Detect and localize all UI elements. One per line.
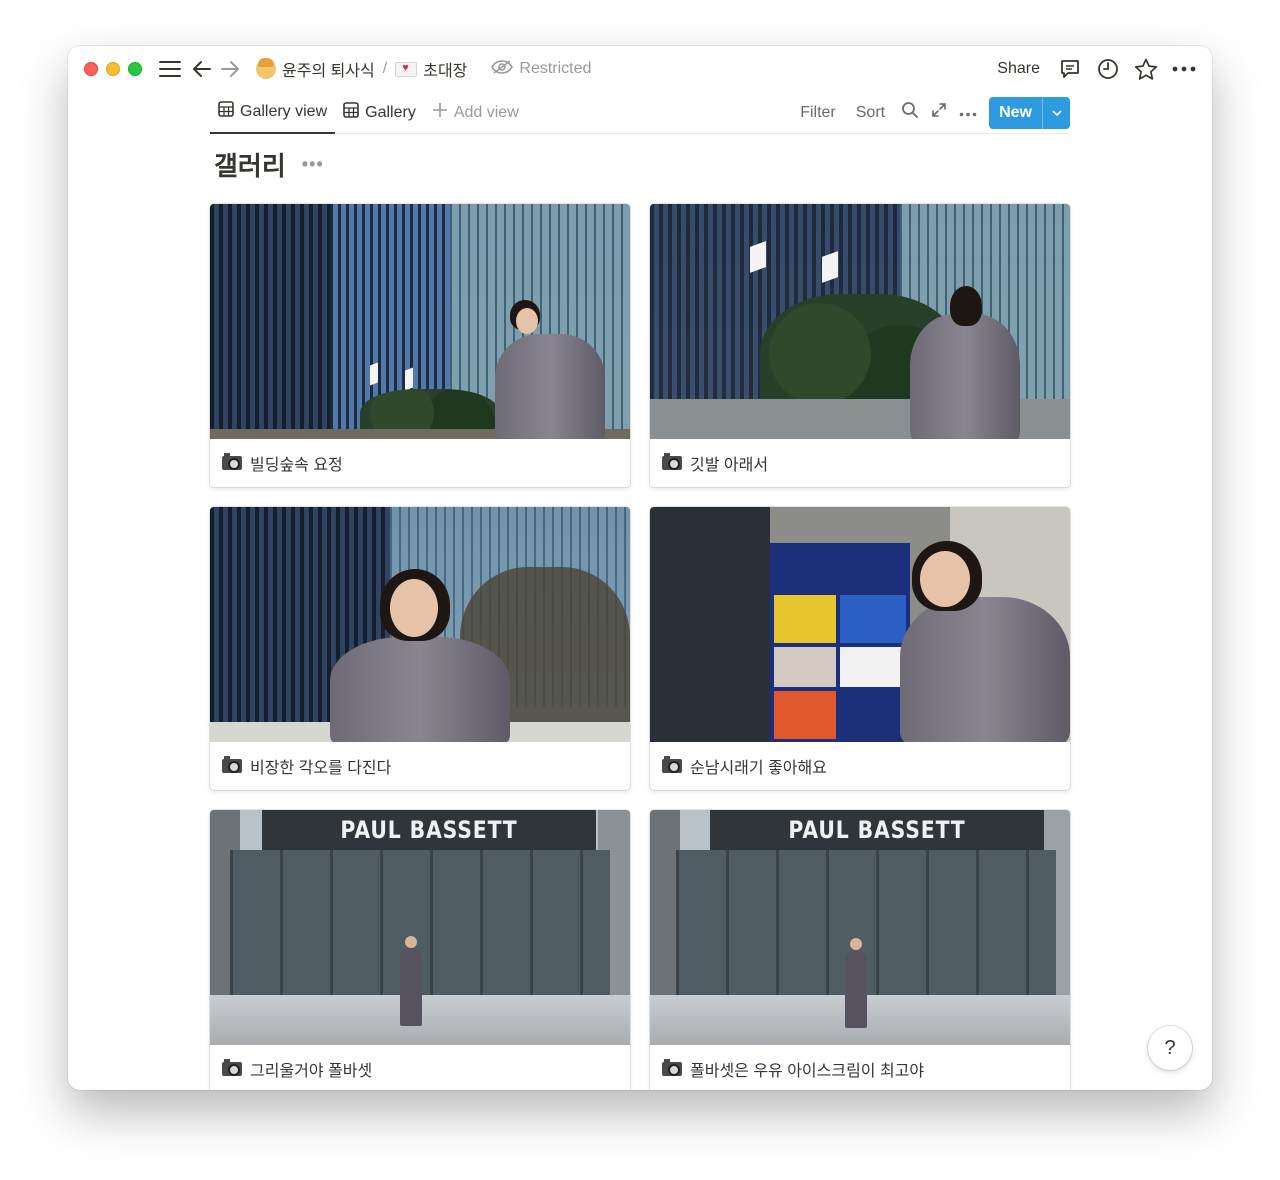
new-button[interactable]: New	[989, 96, 1070, 129]
database-view-bar: Gallery view Gallery Add view Filter Sor…	[210, 92, 1070, 134]
back-arrow-icon[interactable]	[188, 55, 216, 83]
love-letter-emoji-icon	[395, 61, 418, 77]
forward-arrow-icon[interactable]	[216, 55, 244, 83]
new-button-label[interactable]: New	[989, 97, 1042, 129]
card-cover-image	[210, 507, 630, 742]
more-options-icon[interactable]	[1170, 55, 1198, 83]
card-title: 그리울거야 폴바셋	[250, 1063, 373, 1080]
share-button[interactable]: Share	[991, 58, 1046, 80]
add-view-button[interactable]: Add view	[424, 92, 527, 134]
breadcrumb: 윤주의 퇴사식 / 초대장	[252, 55, 471, 83]
tab-gallery[interactable]: Gallery	[335, 92, 424, 134]
tab-gallery-view[interactable]: Gallery view	[210, 92, 336, 134]
store-sign-text: PAUL BASSETT	[788, 816, 966, 844]
card-title: 폴바셋은 우유 아이스크림이 최고야	[690, 1063, 925, 1080]
camera-emoji-icon	[662, 756, 682, 773]
card-title: 비장한 각오를 다진다	[250, 760, 392, 777]
zoom-window-button[interactable]	[128, 62, 142, 76]
camera-emoji-icon	[662, 1059, 682, 1076]
gallery-card[interactable]: 순남시래기 좋아해요	[650, 507, 1070, 790]
camera-emoji-icon	[222, 1059, 242, 1076]
card-title: 빌딩숲속 요정	[250, 457, 343, 474]
view-more-icon[interactable]	[959, 104, 977, 122]
gallery-grid-icon	[343, 102, 359, 123]
breadcrumb-label: 초대장	[423, 63, 468, 80]
app-window: 윤주의 퇴사식 / 초대장 Restricted Share	[68, 46, 1212, 1090]
gallery-card[interactable]: 깃발 아래서	[650, 204, 1070, 487]
card-caption: 폴바셋은 우유 아이스크림이 최고야	[650, 1045, 1070, 1090]
card-title: 순남시래기 좋아해요	[690, 760, 827, 777]
tab-label: Gallery view	[240, 102, 328, 120]
restricted-indicator[interactable]: Restricted	[491, 59, 591, 80]
camera-emoji-icon	[222, 756, 242, 773]
page-title-text[interactable]: 갤러리	[214, 146, 286, 183]
gallery-card[interactable]: PAUL BASSETT 그리울거야 폴바셋	[210, 810, 630, 1090]
view-actions: Filter Sort New	[796, 96, 1070, 129]
card-caption: 순남시래기 좋아해요	[650, 742, 1070, 790]
breadcrumb-separator: /	[382, 60, 388, 77]
card-caption: 그리울거야 폴바셋	[210, 1045, 630, 1090]
person-emoji-icon	[256, 58, 276, 79]
titlebar-actions: Share	[991, 55, 1198, 83]
card-cover-image	[210, 204, 630, 439]
restricted-label: Restricted	[519, 60, 592, 77]
clock-history-icon[interactable]	[1094, 55, 1122, 83]
card-caption: 비장한 각오를 다진다	[210, 742, 630, 790]
sidebar-menu-icon[interactable]	[156, 55, 184, 83]
store-sign-text: PAUL BASSETT	[340, 816, 518, 844]
comment-icon[interactable]	[1056, 55, 1084, 83]
breadcrumb-item-parent[interactable]: 윤주의 퇴사식	[252, 55, 379, 83]
camera-emoji-icon	[222, 453, 242, 470]
gallery-grid-icon	[218, 101, 234, 122]
gallery-card[interactable]: 빌딩숲속 요정	[210, 204, 630, 487]
gallery-grid: 빌딩숲속 요정 깃발 아래서 비장한 각오를 다진다 순남시래기 좋아해요 PA…	[210, 204, 1070, 1090]
close-window-button[interactable]	[84, 62, 98, 76]
title-bar: 윤주의 퇴사식 / 초대장 Restricted Share	[68, 46, 1212, 92]
gallery-card[interactable]: 비장한 각오를 다진다	[210, 507, 630, 790]
title-more-options[interactable]: •••	[302, 154, 324, 175]
page-title: 갤러리 •••	[214, 146, 324, 183]
card-cover-image: PAUL BASSETT	[210, 810, 630, 1045]
breadcrumb-label: 윤주의 퇴사식	[282, 63, 375, 80]
card-caption: 깃발 아래서	[650, 439, 1070, 487]
tab-label: Gallery	[365, 103, 416, 121]
eye-slash-icon	[491, 59, 514, 80]
camera-emoji-icon	[662, 453, 682, 470]
search-icon[interactable]	[901, 101, 919, 124]
window-controls	[84, 62, 142, 76]
breadcrumb-item-current[interactable]: 초대장	[391, 55, 471, 83]
card-cover-image	[650, 507, 1070, 742]
sort-button[interactable]: Sort	[852, 102, 889, 124]
chevron-down-icon[interactable]	[1042, 96, 1070, 129]
plus-icon	[432, 102, 448, 123]
card-cover-image: PAUL BASSETT	[650, 810, 1070, 1045]
card-title: 깃발 아래서	[690, 457, 769, 474]
filter-button[interactable]: Filter	[796, 102, 840, 124]
expand-icon[interactable]	[931, 102, 947, 123]
help-button[interactable]: ?	[1148, 1026, 1192, 1070]
card-caption: 빌딩숲속 요정	[210, 439, 630, 487]
minimize-window-button[interactable]	[106, 62, 120, 76]
gallery-card[interactable]: PAUL BASSETT 폴바셋은 우유 아이스크림이 최고야	[650, 810, 1070, 1090]
card-cover-image	[650, 204, 1070, 439]
star-icon[interactable]	[1132, 55, 1160, 83]
add-view-label: Add view	[453, 103, 519, 121]
